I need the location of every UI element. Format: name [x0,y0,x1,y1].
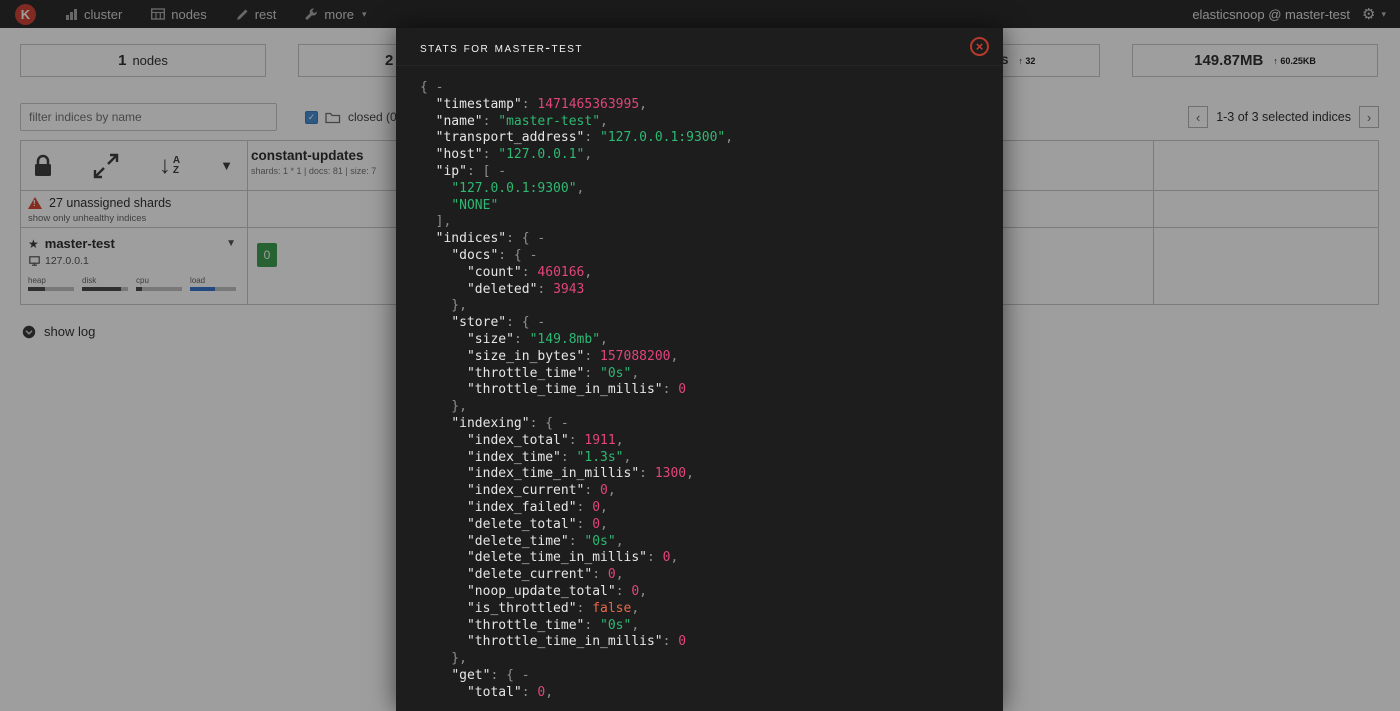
stats-modal: stats for master-test × { - "timestamp":… [396,28,1003,711]
close-x-glyph: × [976,40,984,53]
modal-title: stats for master-test [420,39,970,55]
close-icon[interactable]: × [970,37,989,56]
modal-header: stats for master-test × [396,28,1003,66]
stats-json-view[interactable]: { - "timestamp": 1471465363995, "name": … [396,66,1003,701]
